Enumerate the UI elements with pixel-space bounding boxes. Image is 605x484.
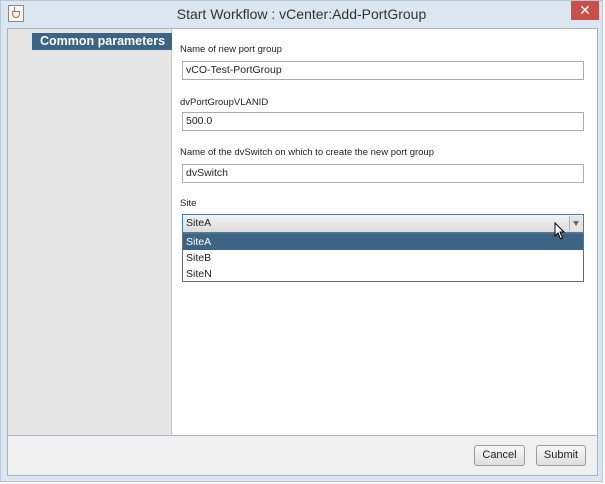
sidebar-item-common-parameters[interactable]: Common parameters — [32, 33, 172, 50]
sidebar: Common parameters — [8, 29, 172, 435]
dvswitch-field[interactable]: dvSwitch — [182, 164, 584, 183]
port-group-name-label: Name of new port group — [180, 44, 282, 55]
site-label: Site — [180, 198, 197, 209]
close-icon: ✕ — [579, 2, 591, 18]
button-bar: Cancel Submit — [7, 436, 598, 476]
parameters-form: Name of new port group vCO-Test-PortGrou… — [180, 29, 597, 435]
site-select[interactable]: SiteA — [182, 214, 584, 233]
title-bar[interactable]: Start Workflow : vCenter:Add-PortGroup ✕ — [1, 1, 602, 27]
chevron-down-icon[interactable] — [569, 216, 582, 231]
vlan-id-field[interactable]: 500.0 — [182, 112, 584, 131]
mouse-pointer-icon — [554, 222, 566, 240]
cancel-button[interactable]: Cancel — [474, 445, 525, 466]
site-select-value: SiteA — [186, 217, 212, 229]
dvswitch-label: Name of the dvSwitch on which to create … — [180, 147, 434, 158]
submit-button[interactable]: Submit — [536, 445, 586, 466]
sidebar-item-label: Common parameters — [40, 34, 166, 48]
workflow-content: Common parameters Name of new port group… — [7, 28, 598, 436]
port-group-name-field[interactable]: vCO-Test-PortGroup — [182, 61, 584, 80]
site-dropdown-list: SiteA SiteB SiteN — [182, 233, 584, 282]
window-title: Start Workflow : vCenter:Add-PortGroup — [176, 6, 427, 22]
vlan-id-label: dvPortGroupVLANID — [180, 97, 269, 108]
site-option-siten[interactable]: SiteN — [183, 266, 583, 282]
site-option-siteb[interactable]: SiteB — [183, 250, 583, 266]
dialog-window: Start Workflow : vCenter:Add-PortGroup ✕… — [0, 0, 603, 482]
site-option-sitea[interactable]: SiteA — [183, 234, 583, 250]
close-button[interactable]: ✕ — [571, 1, 599, 20]
